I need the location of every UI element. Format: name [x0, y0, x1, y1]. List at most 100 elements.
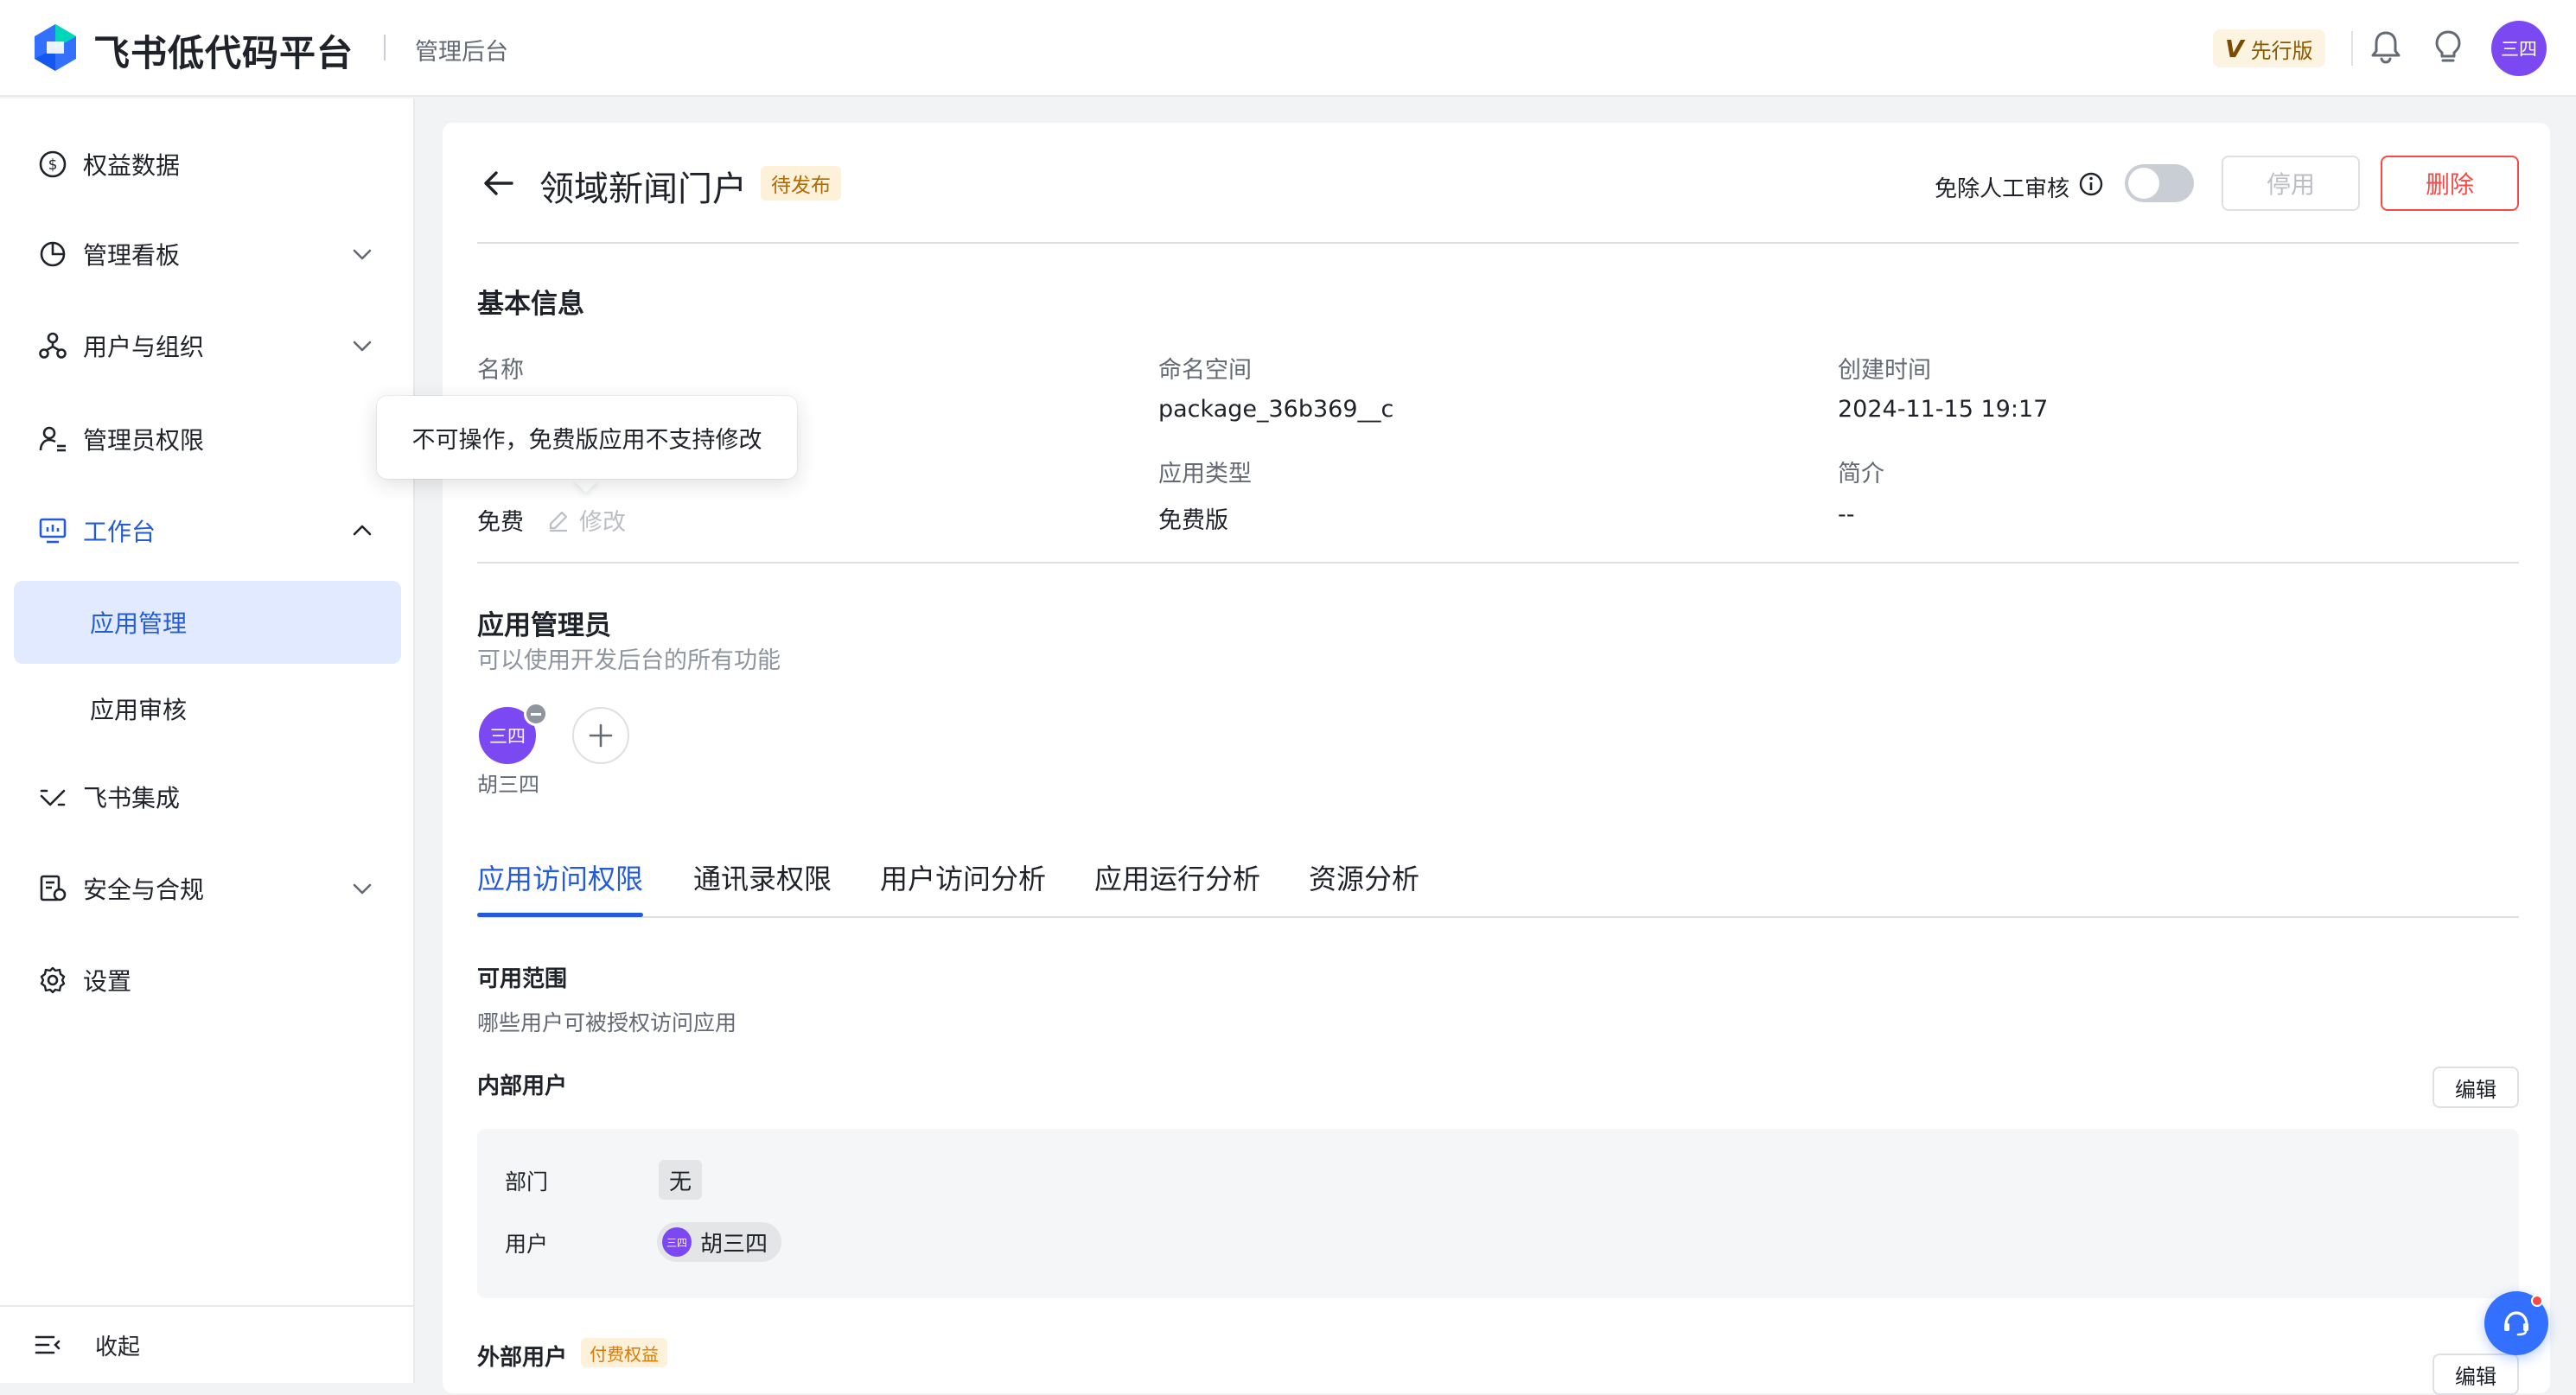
edit-fee-link[interactable]: 修改 [546, 503, 626, 537]
intro-label: 简介 [1838, 461, 1884, 487]
user-chip-name: 胡三四 [700, 1231, 768, 1258]
collapse-label: 收起 [95, 1334, 141, 1360]
header-divider [477, 242, 2519, 244]
internal-users-box: 部门 无 用户 三四 胡三四 [477, 1129, 2519, 1298]
sidebar-item-label: 工作台 [83, 518, 156, 546]
edit-external-users-button[interactable]: 编辑 [2433, 1354, 2519, 1395]
brand-divider [384, 35, 386, 61]
user-chip[interactable]: 三四 胡三四 [657, 1222, 782, 1262]
sidebar-subitem-app-review[interactable]: 应用审核 [14, 667, 401, 750]
lightbulb-icon[interactable] [2429, 28, 2467, 66]
sidebar-item-label: 管理员权限 [83, 426, 205, 455]
sidebar-item-users-org[interactable]: 用户与组织 [14, 304, 401, 387]
internal-users-title: 内部用户 [477, 1073, 568, 1099]
dollar-circle-icon: $ [39, 150, 67, 178]
chevron-down-icon [353, 883, 372, 895]
sidebar-item-label: 用户与组织 [83, 333, 205, 361]
console-subtitle: 管理后台 [415, 39, 508, 66]
fee-edit-tooltip: 不可操作，免费版应用不支持修改 [377, 396, 797, 479]
back-arrow-icon[interactable] [479, 164, 517, 202]
sidebar: $ 权益数据 管理看板 用户与组织 管理员权限 工作台 应用管理 应用审核 飞书… [0, 99, 415, 1383]
fee-value: 免费 [477, 509, 524, 536]
sidebar-item-label: 管理看板 [83, 241, 181, 270]
external-users-title: 外部用户 [477, 1345, 568, 1371]
monitor-icon [39, 518, 67, 544]
header-divider [2351, 31, 2353, 66]
namespace-label: 命名空间 [1158, 357, 1252, 384]
name-label: 名称 [477, 357, 524, 384]
tabs-baseline [477, 916, 2519, 918]
chevron-up-icon [353, 525, 372, 536]
org-icon [39, 332, 67, 359]
active-tab-indicator [477, 913, 643, 917]
sidebar-subitem-label: 应用管理 [90, 609, 188, 638]
chevron-down-icon [353, 341, 372, 352]
add-admin-button[interactable] [572, 707, 629, 764]
admin-user-icon [39, 426, 66, 452]
sidebar-item-security-compliance[interactable]: 安全与合规 [14, 847, 401, 930]
app-admins-title: 应用管理员 [477, 610, 611, 641]
page-title: 领域新闻门户 [539, 169, 747, 209]
tab-user-access-analysis[interactable]: 用户访问分析 [880, 857, 1046, 897]
user-chip-avatar: 三四 [662, 1227, 692, 1257]
sidebar-item-label: 权益数据 [83, 151, 181, 180]
app-type-value: 免费版 [1158, 507, 1228, 534]
integration-icon [40, 789, 66, 806]
exempt-review-label: 免除人工审核 [1935, 176, 2070, 202]
exempt-review-toggle[interactable] [2125, 164, 2194, 202]
chevron-down-icon [353, 249, 372, 260]
toggle-knob [2128, 168, 2159, 199]
collapse-menu-icon [35, 1335, 61, 1354]
remove-admin-icon[interactable] [524, 702, 548, 726]
info-icon[interactable] [2076, 169, 2106, 199]
sidebar-item-settings[interactable]: 设置 [14, 939, 401, 1022]
notification-dot [2531, 1295, 2543, 1307]
sidebar-item-dashboard[interactable]: 管理看板 [14, 213, 401, 296]
edition-badge-label: 先行版 [2250, 38, 2313, 63]
sidebar-item-label: 设置 [83, 967, 132, 996]
sidebar-item-workbench[interactable]: 工作台 [14, 489, 401, 572]
top-header: 飞书低代码平台 管理后台 V 先行版 三四 [0, 0, 2576, 97]
sidebar-item-feishu-integration[interactable]: 飞书集成 [14, 755, 401, 838]
scope-desc: 哪些用户可被授权访问应用 [477, 1010, 737, 1035]
edition-badge[interactable]: V 先行版 [2213, 29, 2325, 67]
paid-benefit-badge: 付费权益 [581, 1338, 667, 1367]
intro-value: -- [1838, 501, 1855, 528]
tab-resource-analysis[interactable]: 资源分析 [1309, 857, 1419, 897]
tab-app-access[interactable]: 应用访问权限 [477, 857, 643, 897]
lowcode-logo-icon[interactable] [31, 22, 80, 73]
gear-icon [40, 966, 66, 994]
sidebar-item-benefits[interactable]: $ 权益数据 [14, 123, 401, 206]
bell-icon[interactable] [2367, 28, 2405, 66]
user-avatar[interactable]: 三四 [2491, 21, 2547, 76]
status-badge: 待发布 [761, 166, 841, 201]
user-label: 用户 [505, 1232, 549, 1257]
plus-icon [589, 723, 613, 748]
created-time-label: 创建时间 [1838, 357, 1931, 384]
edition-v-mark: V [2225, 34, 2244, 63]
namespace-value: package_36b369__c [1158, 396, 1394, 423]
edit-fee-label: 修改 [579, 509, 626, 536]
tab-contacts-permission[interactable]: 通讯录权限 [693, 857, 832, 897]
basic-info-title: 基本信息 [477, 289, 584, 320]
section-divider [477, 562, 2519, 564]
pie-chart-icon [40, 241, 66, 267]
sidebar-item-admin-permissions[interactable]: 管理员权限 [14, 398, 401, 481]
tab-app-runtime-analysis[interactable]: 应用运行分析 [1094, 857, 1260, 897]
department-chip: 无 [659, 1160, 703, 1200]
pencil-icon [549, 511, 568, 532]
created-time-value: 2024-11-15 19:17 [1838, 396, 2049, 423]
department-label: 部门 [505, 1169, 549, 1194]
sidebar-collapse-button[interactable]: 收起 [0, 1305, 413, 1383]
sidebar-subitem-app-management[interactable]: 应用管理 [14, 581, 401, 664]
brand-name[interactable]: 飞书低代码平台 [93, 24, 354, 77]
admin-name: 胡三四 [477, 773, 539, 797]
sidebar-item-label: 飞书集成 [83, 784, 181, 812]
app-detail-card: 领域新闻门户 待发布 免除人工审核 停用 删除 基本信息 名称 命名空间 pac… [443, 123, 2550, 1395]
disable-button[interactable]: 停用 [2222, 156, 2360, 211]
edit-internal-users-button[interactable]: 编辑 [2433, 1067, 2519, 1108]
sidebar-item-label: 安全与合规 [83, 876, 205, 904]
app-type-label: 应用类型 [1158, 461, 1252, 487]
delete-button[interactable]: 删除 [2381, 156, 2519, 211]
sidebar-subitem-label: 应用审核 [90, 696, 188, 724]
